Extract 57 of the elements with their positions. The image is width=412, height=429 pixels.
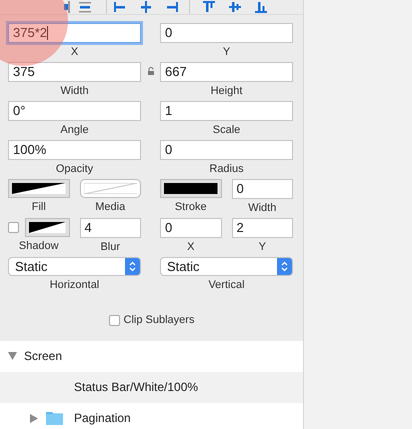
input-field[interactable]: 375*2 — [8, 23, 141, 43]
field-label: Blur — [100, 240, 120, 254]
checkbox[interactable] — [108, 314, 120, 326]
layer-row[interactable]: Screen — [0, 340, 303, 372]
dropdown[interactable]: Static — [8, 257, 141, 276]
lock-icon[interactable] — [146, 67, 154, 75]
stepper-icon — [281, 261, 288, 272]
color-well[interactable] — [8, 179, 70, 198]
field-label: X — [70, 45, 78, 59]
input-field[interactable]: 0 — [160, 218, 222, 238]
layer-name: Status Bar/White/100% — [74, 379, 198, 396]
field-label: X — [187, 240, 194, 254]
stepper-icon — [129, 261, 136, 272]
input-field[interactable]: 4 — [80, 218, 141, 238]
input-field[interactable]: 2 — [232, 218, 293, 238]
field-label: Width — [248, 201, 276, 215]
field-label: Radius — [209, 162, 244, 176]
input-field[interactable]: 0° — [8, 101, 141, 121]
input-field[interactable]: 0 — [160, 140, 293, 160]
field-label: Y — [222, 45, 230, 59]
layer-row[interactable]: Status Bar/White/100% — [0, 372, 303, 402]
disclosure-triangle-icon[interactable] — [30, 414, 38, 422]
field-label: Y — [258, 240, 266, 254]
field-label: Fill — [32, 200, 46, 214]
distribute-center-icon[interactable] — [139, 0, 153, 14]
disclosure-triangle-icon[interactable] — [8, 352, 17, 360]
layer-name: Pagination — [74, 410, 131, 427]
distribute-right-icon[interactable] — [165, 0, 179, 14]
field-label: Height — [210, 84, 242, 98]
input-field[interactable]: 100% — [8, 140, 141, 160]
align-center-icon[interactable] — [78, 0, 92, 14]
color-well[interactable] — [160, 179, 222, 198]
field-label: Horizontal — [50, 278, 100, 292]
layer-name: Screen — [24, 348, 62, 365]
folder-icon — [46, 411, 63, 425]
layer-row[interactable]: Pagination — [0, 402, 303, 429]
input-field[interactable]: 667 — [160, 62, 293, 82]
field-label: Shadow — [18, 239, 59, 253]
field-label: Width — [60, 84, 89, 98]
field-label: Scale — [212, 123, 240, 137]
checkbox-label: Clip Sublayers — [124, 313, 194, 328]
input-field[interactable]: 375 — [8, 62, 141, 82]
checkbox[interactable] — [8, 222, 19, 233]
field-label: Vertical — [208, 278, 245, 292]
dropdown[interactable]: Static — [160, 257, 293, 276]
field-label: Opacity — [56, 162, 94, 176]
align-top-icon[interactable] — [202, 0, 216, 14]
input-field[interactable]: 0 — [232, 179, 293, 199]
color-well[interactable] — [25, 218, 70, 237]
distribute-left-icon[interactable] — [113, 0, 127, 14]
field-label: Stroke — [174, 200, 207, 214]
align-middle-icon[interactable] — [228, 0, 242, 14]
input-field[interactable]: 1 — [160, 101, 293, 121]
input-field[interactable]: 0 — [160, 23, 293, 43]
field-label: Angle — [60, 123, 89, 137]
align-bottom-icon[interactable] — [254, 0, 268, 14]
field-label: Media — [95, 200, 126, 214]
